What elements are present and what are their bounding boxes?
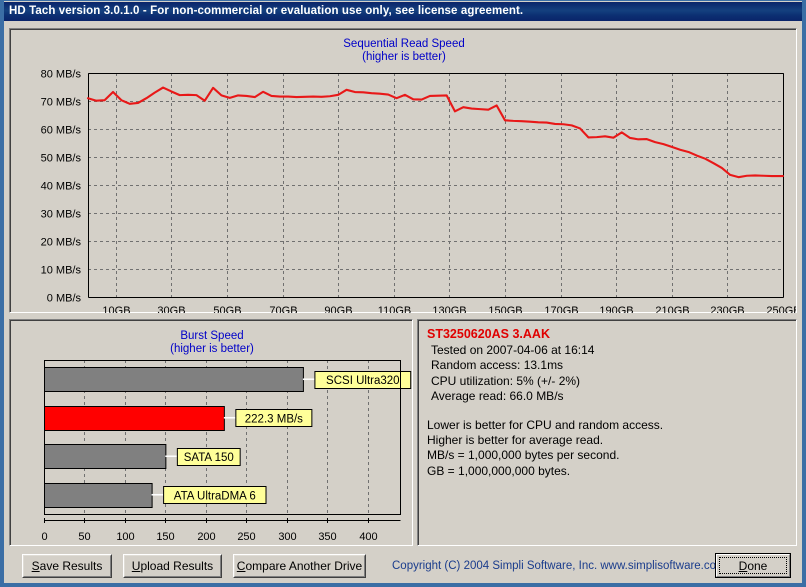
svg-text:30 MB/s: 30 MB/s (41, 209, 82, 221)
save-results-label: Save Results (32, 559, 103, 573)
sequential-read-chart: 0 MB/s 10 MB/s 20 MB/s 30 MB/s 40 MB/s 50 MB/… (41, 69, 796, 314)
save-results-rest: ave Results (39, 559, 103, 573)
drive-info-panel: ST3250620AS 3.AAK Tested on 2007-04-06 at… (417, 319, 797, 546)
info-spacer (427, 404, 792, 418)
svg-text:150GB: 150GB (488, 305, 522, 313)
svg-text:70 MB/s: 70 MB/s (41, 97, 82, 109)
burst-speed-panel: Burst Speed (higher is better) SCSI Ultr… (9, 319, 413, 546)
svg-text:110GB: 110GB (378, 305, 411, 313)
svg-text:350: 350 (318, 531, 336, 543)
svg-text:130GB: 130GB (432, 305, 466, 313)
svg-text:222.3 MB/s: 222.3 MB/s (245, 413, 303, 425)
copyright-text: Copyright (C) 2004 Simpli Software, Inc.… (392, 560, 726, 572)
svg-text:300: 300 (278, 531, 296, 543)
note-gb-definition: GB = 1,000,000,000 bytes. (427, 463, 571, 478)
burst-speed-panel-inner: Burst Speed (higher is better) SCSI Ultr… (10, 320, 412, 545)
note-mbs-definition: MB/s = 1,000,000 bytes per second. (427, 448, 620, 463)
svg-text:10GB: 10GB (102, 305, 130, 313)
sequential-read-panel: Sequential Read Speed (higher is better)… (9, 28, 797, 313)
sequential-y-gridlines (88, 73, 783, 270)
upload-results-button-face: Upload Results (124, 555, 221, 577)
svg-text:80 MB/s: 80 MB/s (41, 69, 82, 81)
sequential-y-tick-labels: 0 MB/s 10 MB/s 20 MB/s 30 MB/s 40 MB/s 50 MB/… (41, 69, 82, 305)
svg-text:30GB: 30GB (157, 305, 185, 313)
svg-text:400: 400 (359, 531, 377, 543)
svg-text:250: 250 (237, 531, 255, 543)
compare-another-drive-label: Compare Another Drive (237, 559, 362, 573)
upload-results-rest: pload Results (140, 559, 214, 573)
svg-text:190GB: 190GB (599, 305, 633, 313)
svg-text:100: 100 (116, 531, 134, 543)
drive-model-label: ST3250620AS 3.AAK (427, 327, 550, 341)
window-title-bar: HD Tach version 3.0.1.0 - For non-commer… (4, 2, 802, 21)
upload-results-button[interactable]: Upload Results (123, 554, 222, 578)
cpu-utilization-label: CPU utilization: 5% (+/- 2%) (431, 373, 581, 388)
tested-on-label: Tested on 2007-04-06 at 16:14 (431, 343, 595, 358)
done-button-face: Done (716, 554, 790, 577)
done-button-focus-ring: Done (719, 557, 787, 574)
burst-speed-chart: SCSI Ultra320 222.3 MB/s SATA 150 ATA Ultra… (41, 359, 412, 543)
save-results-button-face: Save Results (23, 555, 111, 577)
svg-text:230GB: 230GB (710, 305, 744, 313)
compare-rest: ompare Another Drive (245, 559, 363, 573)
svg-text:20 MB/s: 20 MB/s (41, 237, 82, 249)
svg-text:210GB: 210GB (655, 305, 689, 313)
hd-tach-window: HD Tach version 3.0.1.0 - For non-commer… (0, 0, 806, 587)
note-lower-better: Lower is better for CPU and random acces… (427, 418, 664, 433)
svg-text:250GB: 250GB (766, 305, 796, 313)
svg-text:50GB: 50GB (213, 305, 241, 313)
sequential-read-panel-inner: Sequential Read Speed (higher is better)… (10, 29, 796, 314)
compare-another-drive-button[interactable]: Compare Another Drive (233, 554, 366, 578)
svg-text:60 MB/s: 60 MB/s (41, 125, 82, 137)
note-higher-better: Higher is better for average read. (427, 433, 604, 448)
save-results-button[interactable]: Save Results (22, 554, 112, 578)
done-label: Done (739, 559, 768, 573)
svg-text:0: 0 (41, 531, 47, 543)
svg-text:SATA 150: SATA 150 (184, 452, 234, 464)
done-rest: one (747, 558, 768, 573)
svg-text:90GB: 90GB (324, 305, 352, 313)
svg-text:50 MB/s: 50 MB/s (41, 153, 82, 165)
burst-x-tick-labels: 0 50 100 150 200 250 300 350 400 (41, 518, 378, 543)
svg-text:ATA UltraDMA 6: ATA UltraDMA 6 (174, 490, 256, 502)
svg-text:10 MB/s: 10 MB/s (41, 265, 82, 277)
svg-text:70GB: 70GB (269, 305, 297, 313)
sequential-x-tick-labels: 10GB 30GB 50GB 70GB 90GB 110GB 130GB 150GB 170GB… (102, 305, 796, 313)
svg-text:0 MB/s: 0 MB/s (47, 293, 82, 305)
done-button[interactable]: Done (715, 553, 791, 578)
drive-info-panel-inner: ST3250620AS 3.AAK Tested on 2007-04-06 at… (418, 320, 796, 545)
svg-text:150: 150 (156, 531, 174, 543)
drive-info-text: ST3250620AS 3.AAK Tested on 2007-04-06 at… (427, 327, 792, 479)
svg-text:50: 50 (78, 531, 90, 543)
svg-text:200: 200 (197, 531, 215, 543)
average-read-label: Average read: 66.0 MB/s (431, 388, 564, 403)
random-access-label: Random access: 13.1ms (431, 358, 564, 373)
save-results-accel: S (31, 559, 40, 573)
svg-text:SCSI Ultra320: SCSI Ultra320 (326, 375, 400, 387)
done-accel: D (738, 558, 748, 573)
compare-another-drive-button-face: Compare Another Drive (234, 555, 365, 577)
upload-results-label: Upload Results (132, 559, 213, 573)
svg-text:40 MB/s: 40 MB/s (41, 181, 82, 193)
svg-text:170GB: 170GB (544, 305, 578, 313)
